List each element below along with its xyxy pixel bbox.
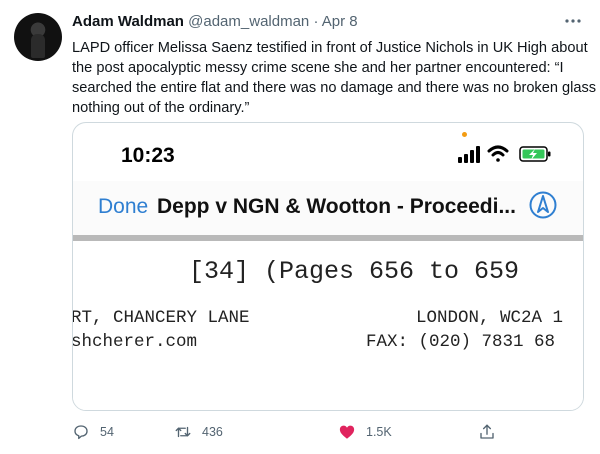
- tweet-text-line: the post apocalyptic messy crime scene s…: [72, 60, 564, 76]
- tweet-header: Adam Waldman @adam_waldman · Apr 8: [72, 12, 358, 32]
- address-left: RT, CHANCERY LANE: [72, 308, 250, 328]
- tweet-text-line: LAPD officer Melissa Saenz testified in …: [72, 40, 588, 56]
- address-right: LONDON, WC2A 1: [416, 308, 564, 328]
- done-button[interactable]: Done: [98, 195, 148, 219]
- compass-icon[interactable]: [529, 191, 557, 219]
- like-count: 1.5K: [366, 425, 392, 439]
- website-text: shcherer.com: [72, 332, 198, 352]
- privacy-dot: [462, 132, 467, 137]
- tweet-text: LAPD officer Melissa Saenz testified in …: [72, 38, 600, 118]
- more-icon[interactable]: [562, 10, 584, 32]
- reply-button[interactable]: 54: [72, 420, 114, 444]
- like-button[interactable]: 1.5K: [338, 420, 392, 444]
- tweet-text-line: nothing out of the ordinary.”: [72, 100, 250, 116]
- tweet-actions: 54 436 1.5K: [72, 420, 584, 444]
- tweet-text-line: searched the entire flat and there was n…: [72, 80, 600, 96]
- signal-icon: [458, 146, 480, 163]
- author-name[interactable]: Adam Waldman: [72, 13, 184, 30]
- media-card[interactable]: 10:23 Done Depp v NGN & Wootton - Procee…: [72, 122, 584, 411]
- document-title: Depp v NGN & Wootton - Proceedi...: [157, 195, 516, 218]
- avatar[interactable]: [14, 13, 62, 61]
- fax-text: FAX: (020) 7831 68: [366, 332, 556, 352]
- wifi-icon: [487, 145, 509, 162]
- reply-count: 54: [100, 425, 114, 439]
- tweet-date[interactable]: Apr 8: [322, 13, 358, 30]
- battery-icon: [519, 146, 551, 162]
- meta-separator: ·: [313, 13, 319, 30]
- document-page: [34] (Pages 656 to 659 RT, CHANCERY LANE…: [73, 241, 583, 410]
- share-icon: [480, 424, 494, 439]
- retweet-count: 436: [202, 425, 223, 439]
- heart-icon: [339, 425, 355, 439]
- author-handle[interactable]: @adam_waldman: [188, 13, 309, 30]
- share-button[interactable]: [478, 420, 496, 444]
- page-range-line: [34] (Pages 656 to 659: [189, 257, 520, 286]
- status-time: 10:23: [121, 144, 175, 167]
- reply-icon: [74, 425, 88, 440]
- status-icons: [458, 145, 551, 163]
- retweet-button[interactable]: 436: [174, 420, 223, 444]
- retweet-icon: [175, 426, 191, 438]
